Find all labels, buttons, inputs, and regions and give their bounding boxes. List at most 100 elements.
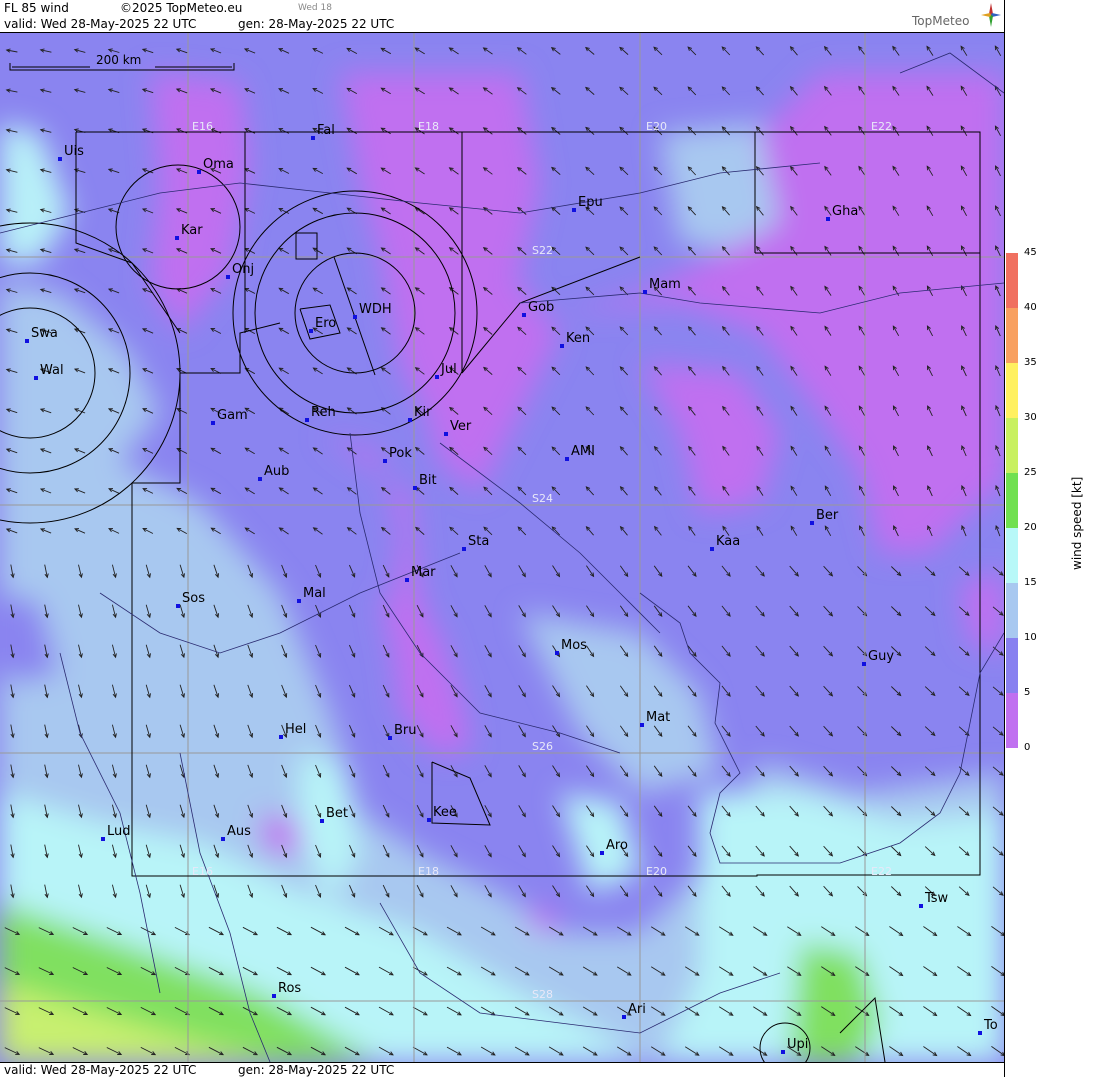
place-marker-icon (226, 275, 230, 279)
colorbar-swatch (1006, 528, 1018, 583)
place-label: Aub (264, 464, 289, 479)
colorbar-swatch (1006, 308, 1018, 363)
colorbar-swatch (1006, 638, 1018, 693)
place-marker-icon (175, 236, 179, 240)
place-label: Onj (232, 262, 254, 277)
place-marker-icon (413, 486, 417, 490)
place-marker-icon (600, 851, 604, 855)
place-marker-icon (781, 1050, 785, 1054)
place-label: Gam (217, 408, 248, 423)
colorbar-tick-label: 10 (1024, 632, 1037, 643)
place-marker-icon (408, 418, 412, 422)
place-label: Mos (561, 638, 587, 653)
place-marker-icon (272, 994, 276, 998)
colorbar (1006, 253, 1018, 748)
footer-valid-time: valid: Wed 28-May-2025 22 UTC (4, 1063, 197, 1077)
place-marker-icon (522, 313, 526, 317)
place-marker-icon (388, 736, 392, 740)
place-label: AMI (571, 444, 595, 459)
place-marker-icon (58, 157, 62, 161)
lon-label: E22 (871, 865, 892, 878)
place-label: Kir (414, 405, 432, 420)
lon-label: E20 (646, 865, 667, 878)
wind-map: E16 E18 E20 E22 E16 E18 E20 E22 S22 S24 … (0, 33, 1004, 1062)
place-marker-icon (197, 170, 201, 174)
lon-label: E20 (646, 120, 667, 133)
place-marker-icon (444, 432, 448, 436)
place-label: Uis (64, 144, 84, 159)
colorbar-tick-label: 35 (1024, 357, 1037, 368)
place-oma: Oma (197, 157, 234, 174)
valid-time: valid: Wed 28-May-2025 22 UTC (4, 17, 197, 31)
lat-label: S24 (532, 492, 553, 505)
place-marker-icon (560, 344, 564, 348)
place-label: Mam (649, 277, 681, 292)
lon-label: E18 (418, 865, 439, 878)
brand-logo: TopMeteo (912, 14, 970, 28)
header-bar: FL 85 wind ©2025 TopMeteo.eu Wed 18 vali… (0, 0, 1004, 33)
place-marker-icon (643, 290, 647, 294)
place-label: Pok (389, 446, 412, 461)
place-label: Oma (203, 157, 234, 172)
compass-logo-icon (981, 3, 1001, 27)
lat-label: S22 (532, 244, 553, 257)
place-marker-icon (572, 208, 576, 212)
place-marker-icon (258, 477, 262, 481)
place-label: Bru (394, 723, 417, 738)
colorbar-tick-label: 5 (1024, 687, 1031, 698)
place-label: To (983, 1018, 998, 1033)
colorbar-title: wind speed [kt] (1070, 476, 1084, 570)
colorbar-tick-label: 40 (1024, 302, 1037, 313)
place-label: Wal (40, 363, 64, 378)
place-label: Bet (326, 806, 348, 821)
place-marker-icon (919, 904, 923, 908)
colorbar-tick-label: 0 (1024, 742, 1031, 753)
place-marker-icon (305, 418, 309, 422)
place-label: Upi (787, 1037, 808, 1052)
place-label: Ber (816, 508, 839, 523)
footer-bar: valid: Wed 28-May-2025 22 UTC gen: 28-Ma… (0, 1062, 1004, 1078)
place-label: Guy (868, 649, 894, 664)
place-marker-icon (826, 217, 830, 221)
place-marker-icon (427, 818, 431, 822)
colorbar-tick-label: 20 (1024, 522, 1037, 533)
place-marker-icon (25, 339, 29, 343)
place-label: Hel (285, 722, 306, 737)
place-marker-icon (978, 1031, 982, 1035)
colorbar-tick-label: 15 (1024, 577, 1037, 588)
place-marker-icon (435, 375, 439, 379)
lon-label: E16 (192, 865, 213, 878)
place-label: Reh (311, 405, 336, 420)
place-label: Ros (278, 981, 301, 996)
place-marker-icon (555, 651, 559, 655)
lat-label: S28 (532, 988, 553, 1001)
colorbar-swatch (1006, 693, 1018, 748)
footer-generated-time: gen: 28-May-2025 22 UTC (238, 1063, 395, 1077)
scale-bar-label: 200 km (96, 53, 141, 67)
place-marker-icon (221, 837, 225, 841)
place-label: Aus (227, 824, 251, 839)
place-marker-icon (640, 723, 644, 727)
place-marker-icon (810, 521, 814, 525)
place-label: Mar (411, 565, 436, 580)
copyright: ©2025 TopMeteo.eu (120, 1, 243, 15)
colorbar-swatch (1006, 363, 1018, 418)
place-label: Sos (182, 591, 205, 606)
colorbar-swatch (1006, 253, 1018, 308)
place-marker-icon (565, 457, 569, 461)
place-mam: Mam (643, 277, 681, 294)
place-label: Epu (578, 195, 603, 210)
place-label: Lud (107, 824, 131, 839)
lon-label: E16 (192, 120, 213, 133)
place-label: Kaa (716, 534, 740, 549)
place-marker-icon (279, 735, 283, 739)
place-wdh: WDH (353, 302, 392, 319)
place-marker-icon (311, 136, 315, 140)
colorbar-swatch (1006, 583, 1018, 638)
colorbar-tick-label: 25 (1024, 467, 1037, 478)
colorbar-tick-label: 45 (1024, 247, 1037, 258)
place-marker-icon (622, 1015, 626, 1019)
place-marker-icon (211, 421, 215, 425)
place-gam: Gam (211, 408, 248, 425)
place-marker-icon (297, 599, 301, 603)
